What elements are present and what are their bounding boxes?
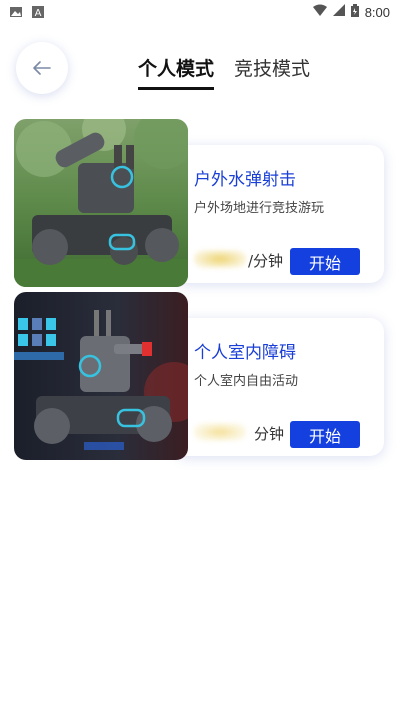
mode-tabs: 个人模式 竞技模式 (138, 54, 310, 90)
card-description: 户外场地进行竞技游玩 (194, 201, 325, 216)
robot-image (14, 119, 188, 287)
card-title: 户外水弹射击 (194, 170, 296, 190)
status-bar: A 8:00 (0, 0, 400, 24)
battery-icon (350, 3, 359, 21)
arrow-left-icon (33, 61, 51, 75)
price-unit: 分钟 (254, 425, 285, 443)
card-description: 个人室内自由活动 (194, 374, 299, 389)
image-icon (10, 6, 22, 18)
wifi-icon (312, 4, 327, 20)
mode-card[interactable]: 个人室内障碍 个人室内自由活动 分钟 开始 (14, 292, 386, 460)
price-blurred (194, 250, 246, 268)
price-unit: /分钟 (248, 252, 284, 270)
status-time: 8:00 (364, 4, 390, 20)
tab-personal-mode[interactable]: 个人模式 (138, 54, 215, 90)
mode-card[interactable]: 户外水弹射击 户外场地进行竞技游玩 /分钟 开始 (14, 119, 386, 287)
status-right: 8:00 (312, 3, 390, 21)
start-button[interactable]: 开始 (290, 248, 360, 275)
back-button[interactable] (16, 42, 68, 94)
signal-icon (332, 4, 345, 20)
a-icon: A (32, 6, 44, 19)
status-left: A (10, 6, 44, 19)
robot-image (14, 292, 188, 460)
card-title: 个人室内障碍 (194, 343, 296, 363)
svg-text:A: A (35, 8, 42, 18)
price-blurred (194, 423, 246, 441)
start-button[interactable]: 开始 (290, 421, 360, 448)
tab-competitive-mode[interactable]: 竞技模式 (234, 54, 310, 87)
